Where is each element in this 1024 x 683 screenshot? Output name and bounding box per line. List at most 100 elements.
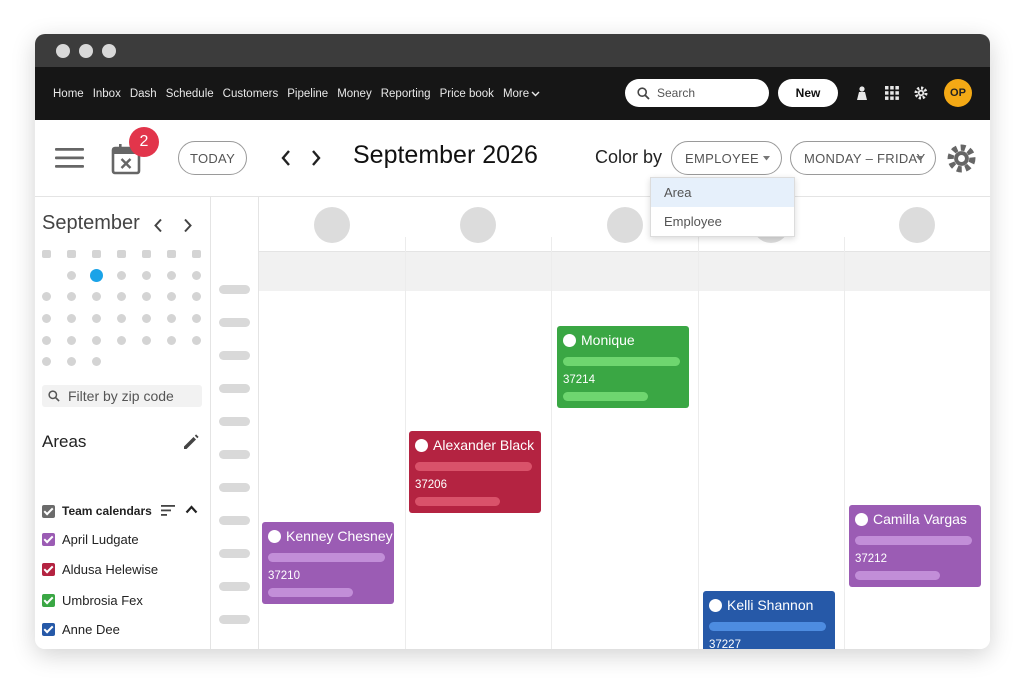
hamburger-menu-icon[interactable]	[55, 147, 85, 169]
mini-calendar-day[interactable]	[192, 336, 201, 345]
chevron-left-icon[interactable]	[280, 149, 292, 167]
day-header-avatar[interactable]	[460, 207, 496, 243]
mini-calendar-day[interactable]	[192, 314, 201, 323]
mini-calendar-day[interactable]	[117, 314, 126, 323]
mini-calendar-day[interactable]	[167, 314, 176, 323]
mini-calendar-day[interactable]	[42, 357, 51, 366]
event-zip-code: 37227	[709, 639, 741, 649]
avatar[interactable]: OP	[944, 79, 972, 107]
mini-calendar-day[interactable]	[192, 271, 201, 280]
today-button[interactable]: TODAY	[178, 141, 247, 175]
nav-link-home[interactable]: Home	[53, 88, 84, 100]
nav-link-reporting[interactable]: Reporting	[381, 88, 431, 100]
mini-calendar-day[interactable]	[67, 357, 76, 366]
event-card[interactable]: Alexander Black 37206	[409, 431, 541, 513]
settings-gear-icon[interactable]	[946, 143, 977, 174]
time-label-placeholder	[219, 384, 250, 393]
event-title: Monique	[563, 332, 683, 348]
nav-link-more[interactable]: More	[503, 88, 540, 100]
team-calendars-row[interactable]: Team calendars	[42, 504, 152, 518]
mini-calendar-day[interactable]	[67, 314, 76, 323]
mini-calendar-day[interactable]	[192, 292, 201, 301]
zip-filter-placeholder: Filter by zip code	[68, 388, 174, 404]
nav-link-dash[interactable]: Dash	[130, 88, 157, 100]
mini-calendar-day[interactable]	[92, 357, 101, 366]
color-by-dropdown: Area Employee	[650, 177, 795, 237]
event-card[interactable]: Kenney Chesney 37210	[262, 522, 394, 604]
event-card[interactable]: Kelli Shannon 37227	[703, 591, 835, 649]
zip-filter-input[interactable]: Filter by zip code	[42, 385, 202, 407]
calendar-checkbox[interactable]	[42, 563, 55, 576]
nav-link-customers[interactable]: Customers	[223, 88, 279, 100]
dropdown-option-employee[interactable]: Employee	[651, 207, 794, 236]
calendar-item[interactable]: Umbrosia Fex	[42, 593, 143, 608]
mini-calendar-day[interactable]	[42, 314, 51, 323]
gear-icon[interactable]	[913, 85, 929, 101]
event-name: Alexander Black	[433, 437, 535, 453]
mini-calendar-day[interactable]	[117, 292, 126, 301]
nav-link-inbox[interactable]: Inbox	[93, 88, 121, 100]
mini-calendar-day[interactable]	[42, 292, 51, 301]
event-zip-code: 37210	[268, 570, 300, 582]
mini-calendar-day[interactable]	[67, 271, 76, 280]
event-card[interactable]: Monique 37214	[557, 326, 689, 408]
mini-calendar-day[interactable]	[167, 292, 176, 301]
chevron-left-icon[interactable]	[153, 218, 163, 233]
calendar-item[interactable]: April Ludgate	[42, 532, 139, 547]
calendar-item[interactable]: Aldusa Helewise	[42, 562, 158, 577]
calendar-checkbox[interactable]	[42, 594, 55, 607]
window-dot-maximize[interactable]	[102, 44, 116, 58]
status-circle-icon	[268, 529, 281, 543]
mini-calendar-day[interactable]	[92, 336, 101, 345]
mini-calendar-day[interactable]	[67, 292, 76, 301]
mini-calendar-day[interactable]	[142, 271, 151, 280]
chevron-right-icon[interactable]	[310, 149, 322, 167]
sort-icon[interactable]	[161, 505, 175, 516]
calendar-checkbox[interactable]	[42, 533, 55, 546]
date-range-select[interactable]: MONDAY – FRIDAY	[790, 141, 936, 175]
search-icon	[637, 86, 650, 100]
mini-calendar-month: September	[42, 212, 140, 234]
pencil-icon[interactable]	[181, 432, 201, 452]
day-header-avatar[interactable]	[899, 207, 935, 243]
mini-calendar-day[interactable]	[92, 292, 101, 301]
event-placeholder-bar	[268, 588, 353, 597]
calendar-checkbox[interactable]	[42, 623, 55, 636]
chevron-right-icon[interactable]	[183, 218, 193, 233]
mini-calendar-day[interactable]	[142, 336, 151, 345]
apps-grid-icon[interactable]	[884, 85, 900, 101]
search-input[interactable]: Search	[625, 79, 769, 107]
mini-calendar-day[interactable]	[117, 271, 126, 280]
mini-calendar-day[interactable]	[67, 336, 76, 345]
nav-link-price-book[interactable]: Price book	[440, 88, 494, 100]
window-dot-close[interactable]	[56, 44, 70, 58]
dropdown-option-area[interactable]: Area	[651, 178, 794, 207]
team-calendars-checkbox[interactable]	[42, 504, 55, 518]
calendar-item[interactable]: Anne Dee	[42, 622, 120, 637]
window-dot-minimize[interactable]	[79, 44, 93, 58]
day-header-avatar[interactable]	[314, 207, 350, 243]
color-by-select[interactable]: EMPLOYEE	[671, 141, 782, 175]
chevron-up-icon[interactable]	[185, 505, 198, 514]
day-header-avatar[interactable]	[607, 207, 643, 243]
mini-calendar-day[interactable]	[92, 314, 101, 323]
person-pin-icon[interactable]	[854, 85, 870, 101]
day-column-divider	[405, 237, 406, 649]
nav-link-money[interactable]: Money	[337, 88, 372, 100]
title-bar	[35, 34, 990, 67]
mini-calendar-day[interactable]	[167, 336, 176, 345]
mini-calendar-day[interactable]	[142, 292, 151, 301]
nav-link-schedule[interactable]: Schedule	[166, 88, 214, 100]
status-circle-icon	[415, 438, 428, 452]
mini-calendar-day[interactable]	[42, 336, 51, 345]
event-name: Kelli Shannon	[727, 597, 814, 613]
mini-calendar-day[interactable]	[142, 314, 151, 323]
time-label-placeholder	[219, 582, 250, 591]
event-card[interactable]: Camilla Vargas 37212	[849, 505, 981, 587]
nav-link-pipeline[interactable]: Pipeline	[287, 88, 328, 100]
color-by-label: Color by	[595, 147, 663, 167]
mini-calendar-today[interactable]	[90, 269, 103, 282]
mini-calendar-day[interactable]	[117, 336, 126, 345]
mini-calendar-day[interactable]	[167, 271, 176, 280]
new-button[interactable]: New	[778, 79, 838, 107]
